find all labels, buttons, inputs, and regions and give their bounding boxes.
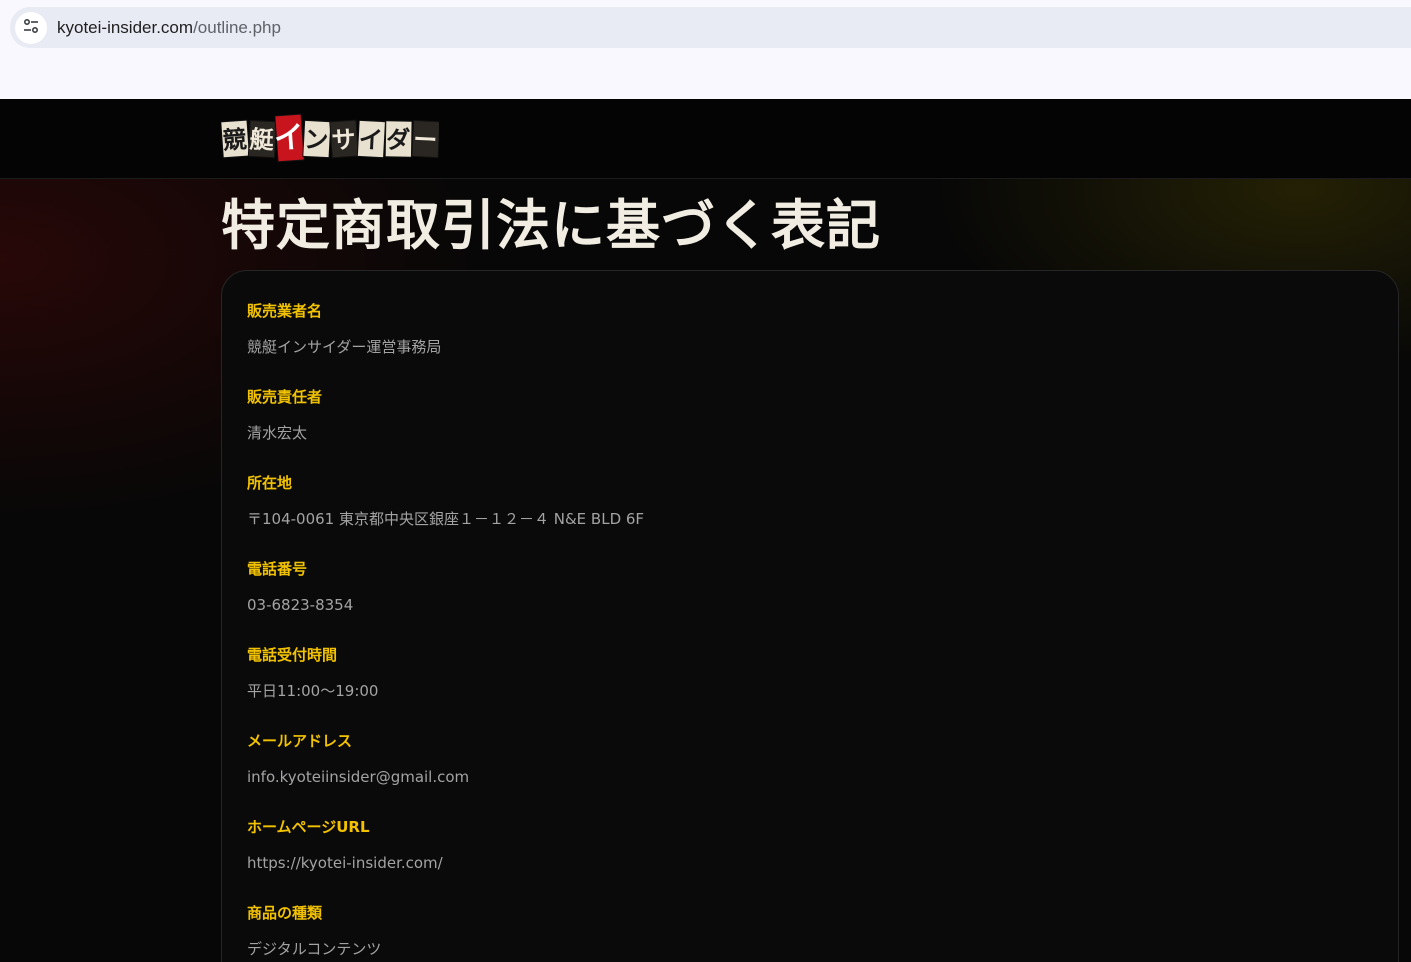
tune-icon	[22, 17, 40, 39]
outline-item: 販売業者名競艇インサイダー運営事務局	[247, 301, 644, 387]
logo-letter-tile: 競	[220, 119, 251, 159]
outline-label: メールアドレス	[247, 732, 353, 750]
site-logo[interactable]: 競艇インサイダー	[220, 113, 441, 165]
outline-value: 03-6823-8354	[247, 596, 354, 614]
outline-label: 所在地	[247, 474, 293, 492]
outline-item: 電話番号 03-6823-8354	[247, 559, 644, 645]
outline-item: 電話受付時間平日11:00〜19:00	[247, 645, 644, 731]
outline-value[interactable]: https://kyotei-insider.com/	[247, 853, 644, 873]
svg-text:ダ: ダ	[386, 125, 411, 154]
logo-letter-tile: イ	[273, 113, 305, 163]
outline-label: 商品の種類	[247, 904, 323, 922]
page: 競艇インサイダー 特定商取引法に基づく表記 販売業者名 競艇インサイダー運営事務局…	[0, 99, 1411, 962]
svg-text:競: 競	[222, 124, 248, 155]
svg-text:サ: サ	[331, 124, 357, 155]
logo-letter-tile: ー	[411, 119, 441, 159]
outline-label: ホームページURL	[247, 818, 370, 836]
site-info-button[interactable]	[15, 11, 47, 44]
outline-value: 清水宏太	[247, 424, 308, 442]
svg-text:ー: ー	[413, 124, 438, 154]
outline-card: 販売業者名競艇インサイダー運営事務局 販売責任者清水宏太所在地〒104-0061 …	[221, 270, 1399, 962]
outline-value: 競艇インサイダー運営事務局	[247, 338, 442, 356]
url-host: kyotei-insider.com	[57, 17, 194, 37]
url-text[interactable]: kyotei-insider.com/outline.php	[57, 18, 281, 38]
logo-letter-tile: イ	[356, 119, 386, 159]
logo-letter-tile: ダ	[384, 120, 413, 158]
svg-text:ン: ン	[304, 124, 329, 154]
outline-label: 販売責任者	[247, 388, 323, 406]
svg-text:イ: イ	[273, 120, 305, 157]
outline-item: ホームページURL https://kyotei-insider.com/	[247, 817, 644, 903]
outline-value: 平日11:00〜19:00	[247, 682, 379, 700]
outline-value: デジタルコンテンツ	[247, 940, 382, 958]
page-title: 特定商取引法に基づく表記	[221, 193, 881, 257]
logo-letter-tile: サ	[329, 119, 360, 159]
outline-item: 販売責任者 清水宏太	[247, 387, 644, 473]
url-path: /outline.php	[193, 17, 281, 37]
outline-item: 商品の種類デジタルコンテンツ	[247, 903, 644, 962]
outline-label: 電話受付時間	[247, 646, 338, 664]
browser-toolbar: kyotei-insider.com/outline.php	[0, 0, 1411, 99]
outline-item: メールアドレス info.kyoteiinsider@gmail.com	[247, 731, 644, 817]
outline-list: 販売業者名競艇インサイダー運営事務局 販売責任者清水宏太所在地〒104-0061 …	[247, 301, 644, 962]
outline-label: 販売業者名	[247, 302, 323, 320]
address-bar[interactable]: kyotei-insider.com/outline.php	[10, 7, 1411, 48]
svg-text:艇: 艇	[249, 124, 274, 154]
svg-text:イ: イ	[358, 124, 383, 154]
outline-item: 所在地〒104-0061 東京都中央区銀座１－１２－４ N&E BLD 6F	[247, 473, 644, 559]
site-header: 競艇インサイダー	[0, 99, 1411, 179]
outline-value: 〒104-0061 東京都中央区銀座１－１２－４ N&E BLD 6F	[247, 510, 645, 528]
outline-label: 電話番号	[247, 560, 308, 578]
logo-letter-tile: ン	[302, 119, 332, 159]
outline-value[interactable]: info.kyoteiinsider@gmail.com	[247, 767, 644, 787]
